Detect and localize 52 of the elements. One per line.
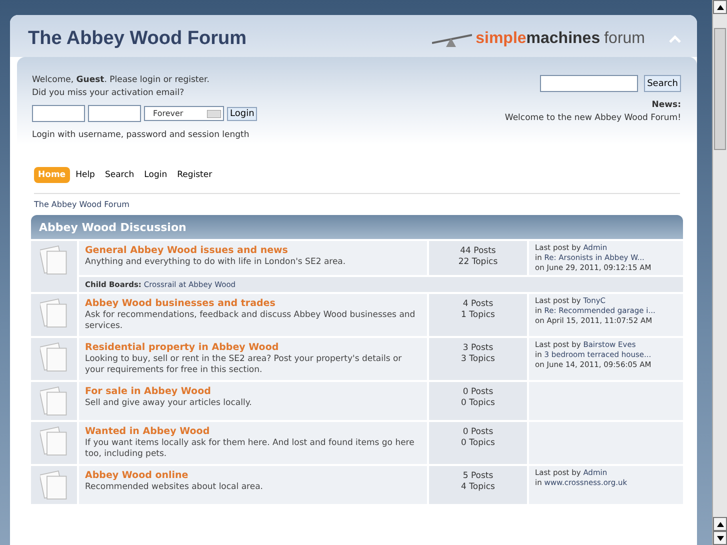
- login-hint: Login with username, password and session length: [32, 130, 250, 141]
- category-header: Abbey Wood Discussion: [31, 215, 683, 239]
- board-pages-icon: [40, 245, 68, 275]
- menu-item[interactable]: Login: [140, 167, 172, 183]
- post-count: 3 Posts: [462, 343, 494, 354]
- topic-count: 1 Topics: [460, 310, 496, 321]
- seesaw-logo-icon: [432, 31, 472, 47]
- username-field[interactable]: [32, 105, 85, 122]
- board-description: If you want items locally ask for them here. And lost and found items go here too, including pets.: [85, 438, 416, 460]
- post-count: 0 Posts: [462, 427, 494, 438]
- board-description: Ask for recommendations, feedback and discuss Abbey Wood businesses and services.: [85, 310, 416, 332]
- menu-item[interactable]: Help: [72, 167, 99, 183]
- dropdown-toggle-icon: [207, 110, 221, 118]
- welcome-text: Welcome, Guest. Please login or register.: [32, 75, 210, 85]
- menu-item[interactable]: Register: [173, 167, 216, 183]
- password-field[interactable]: [88, 105, 141, 122]
- board-pages-icon: [40, 342, 68, 372]
- post-count: 44 Posts: [459, 246, 497, 257]
- forum-title: The Abbey Wood Forum: [28, 28, 246, 50]
- topic-count: 3 Topics: [460, 354, 496, 365]
- down-triangle-icon: [716, 536, 724, 540]
- up-triangle-icon: [716, 4, 724, 10]
- topic-count: 0 Topics: [460, 398, 496, 409]
- news-text: Welcome to the new Abbey Wood Forum!: [504, 113, 681, 123]
- topic-count: 22 Topics: [457, 257, 499, 268]
- board-description: Looking to buy, sell or rent in the SE2 area? Post your property's details or your requirements for free in this section.: [85, 354, 403, 376]
- board-description: Anything and everything to do with life in London's SE2 area.: [85, 257, 347, 268]
- logo-text: simplemachines forum: [476, 30, 645, 48]
- board-pages-icon: [40, 298, 68, 328]
- post-count: 5 Posts: [462, 471, 494, 482]
- activation-link[interactable]: Did you miss your activation email?: [32, 88, 258, 99]
- menu-item[interactable]: Search: [100, 167, 138, 183]
- scroll-up-button[interactable]: [713, 0, 727, 14]
- news-label: News:: [652, 100, 681, 110]
- board-pages-icon: [40, 386, 68, 416]
- scroll-down-button[interactable]: [713, 531, 727, 545]
- topic-count: 0 Topics: [460, 438, 496, 449]
- breadcrumb-link[interactable]: The Abbey Wood Forum: [10, 194, 697, 215]
- board-pages-icon: [40, 470, 68, 500]
- post-count: 0 Posts: [462, 387, 494, 398]
- board-pages-icon: [40, 426, 68, 456]
- search-field[interactable]: [540, 75, 638, 92]
- topic-count: 4 Topics: [460, 482, 496, 493]
- board-description: Sell and give away your articles locally.: [85, 398, 253, 409]
- post-count: 4 Posts: [462, 299, 494, 310]
- login-button[interactable]: Login: [227, 106, 258, 120]
- board-description: Recommended websites about local area.: [85, 482, 264, 493]
- scroll-up-button[interactable]: [713, 517, 727, 531]
- scrollbar-thumb[interactable]: [714, 28, 726, 150]
- session-length-select[interactable]: Forever: [144, 106, 224, 121]
- search-button[interactable]: Search: [644, 75, 681, 92]
- up-triangle-icon: [716, 522, 724, 526]
